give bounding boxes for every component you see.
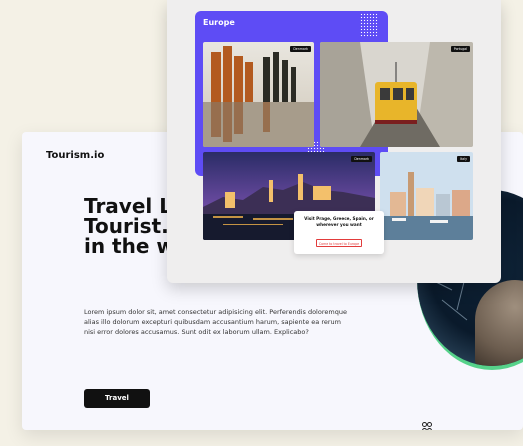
decorative-circles (422, 422, 438, 430)
region-label: Europe (203, 18, 235, 27)
photo-tag: Portugal (450, 46, 470, 52)
travel-button[interactable]: Travel (84, 389, 150, 408)
dot-pattern (360, 13, 378, 37)
photo-denmark[interactable]: Denmark (203, 42, 314, 147)
harbor-town-photo (380, 152, 473, 240)
photo-tag: Denmark (290, 46, 311, 52)
headline-line-3: in the w (84, 234, 175, 258)
lake-trees-photo (203, 42, 314, 147)
photo-italy[interactable]: Italy (380, 152, 473, 240)
brand-logo[interactable]: Tourism.io (46, 150, 104, 161)
destinations-popup: Europe Denmark Portugal Denmark Italy Vi… (167, 0, 501, 283)
photo-portugal[interactable]: Portugal (320, 42, 473, 147)
headline-line-2: Tourist. (84, 214, 169, 238)
hero-paragraph: Lorem ipsum dolor sit, amet consectetur … (84, 308, 347, 336)
tooltip-text: Visit Prage, Greece, Spain, or wherever … (304, 216, 374, 227)
photo-tag: Denmark (351, 156, 372, 162)
hero-headline: Travel L Tourist. in the w (84, 196, 175, 256)
travel-europe-button[interactable]: Come to travel to Europe (316, 239, 362, 247)
headline-line-1: Travel L (84, 194, 172, 218)
destination-tooltip: Visit Prage, Greece, Spain, or wherever … (294, 211, 384, 254)
photo-tag: Italy (457, 156, 470, 162)
tram-street-photo (320, 42, 473, 147)
